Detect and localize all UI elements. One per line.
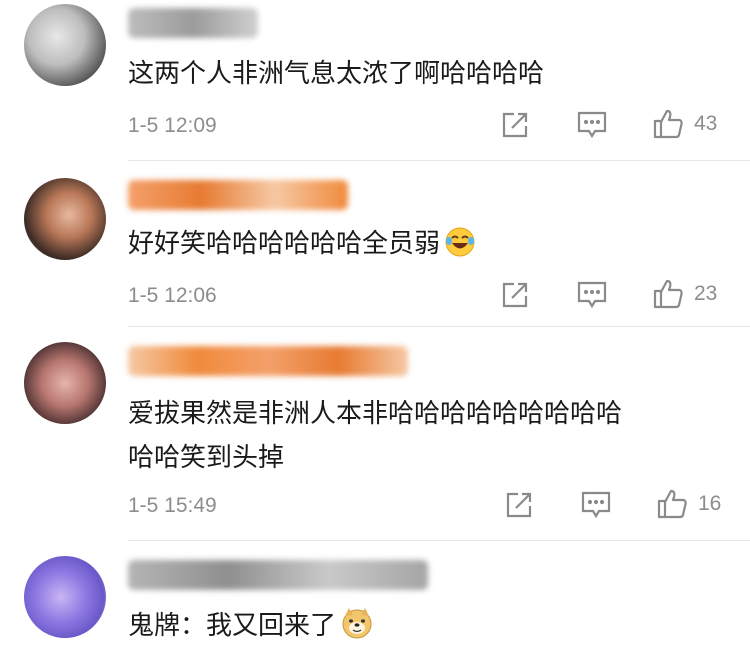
- username-blurred[interactable]: [128, 180, 348, 210]
- comment-text-line: 爱拔果然是非洲人本非哈哈哈哈哈哈哈哈哈: [128, 399, 623, 429]
- like-button[interactable]: 23: [652, 278, 717, 310]
- avatar[interactable]: [24, 178, 106, 260]
- comment-text-content: 好好笑哈哈哈哈哈哈全员弱: [128, 229, 441, 259]
- doge-emoji: [340, 606, 374, 654]
- comment-text-line: 哈哈笑到头掉: [128, 443, 285, 473]
- comment-time: 1-5 12:06: [128, 284, 217, 307]
- share-icon: [502, 282, 528, 308]
- divider: [128, 540, 750, 541]
- comment-text-content: 鬼牌：我又回来了: [128, 611, 337, 641]
- share-icon: [506, 492, 532, 518]
- thumbs-up-icon: [653, 279, 683, 309]
- reply-comment-icon: [581, 491, 611, 519]
- share-button[interactable]: [500, 110, 530, 140]
- divider: [128, 160, 750, 161]
- thumbs-up-icon: [653, 109, 683, 139]
- avatar[interactable]: [24, 556, 106, 638]
- share-button[interactable]: [504, 490, 534, 520]
- share-icon: [502, 112, 528, 138]
- like-button[interactable]: 43: [652, 108, 717, 140]
- comment-text: 爱拔果然是非洲人本非哈哈哈哈哈哈哈哈哈 哈哈笑到头掉: [128, 392, 720, 480]
- thumbs-up-icon: [657, 489, 687, 519]
- laughing-crying-emoji: [444, 226, 476, 272]
- avatar[interactable]: [24, 4, 106, 86]
- like-count: 43: [694, 112, 718, 135]
- username-blurred[interactable]: [128, 8, 258, 38]
- comment-text: 这两个人非洲气息太浓了啊哈哈哈哈: [128, 59, 545, 89]
- divider: [128, 326, 750, 327]
- comment-text: 好好笑哈哈哈哈哈哈全员弱: [128, 222, 720, 272]
- comment-time: 1-5 15:49: [128, 494, 217, 517]
- username-blurred[interactable]: [128, 560, 428, 590]
- like-button[interactable]: 16: [656, 488, 721, 520]
- reply-comment-icon: [577, 281, 607, 309]
- reply-comment-icon: [577, 111, 607, 139]
- reply-button[interactable]: [580, 490, 612, 520]
- like-count: 16: [698, 492, 722, 515]
- username-blurred[interactable]: [128, 346, 408, 376]
- like-count: 23: [694, 282, 718, 305]
- avatar[interactable]: [24, 342, 106, 424]
- reply-button[interactable]: [576, 110, 608, 140]
- reply-button[interactable]: [576, 280, 608, 310]
- comment-text: 鬼牌：我又回来了: [128, 604, 720, 654]
- comment-time: 1-5 12:09: [128, 114, 217, 137]
- share-button[interactable]: [500, 280, 530, 310]
